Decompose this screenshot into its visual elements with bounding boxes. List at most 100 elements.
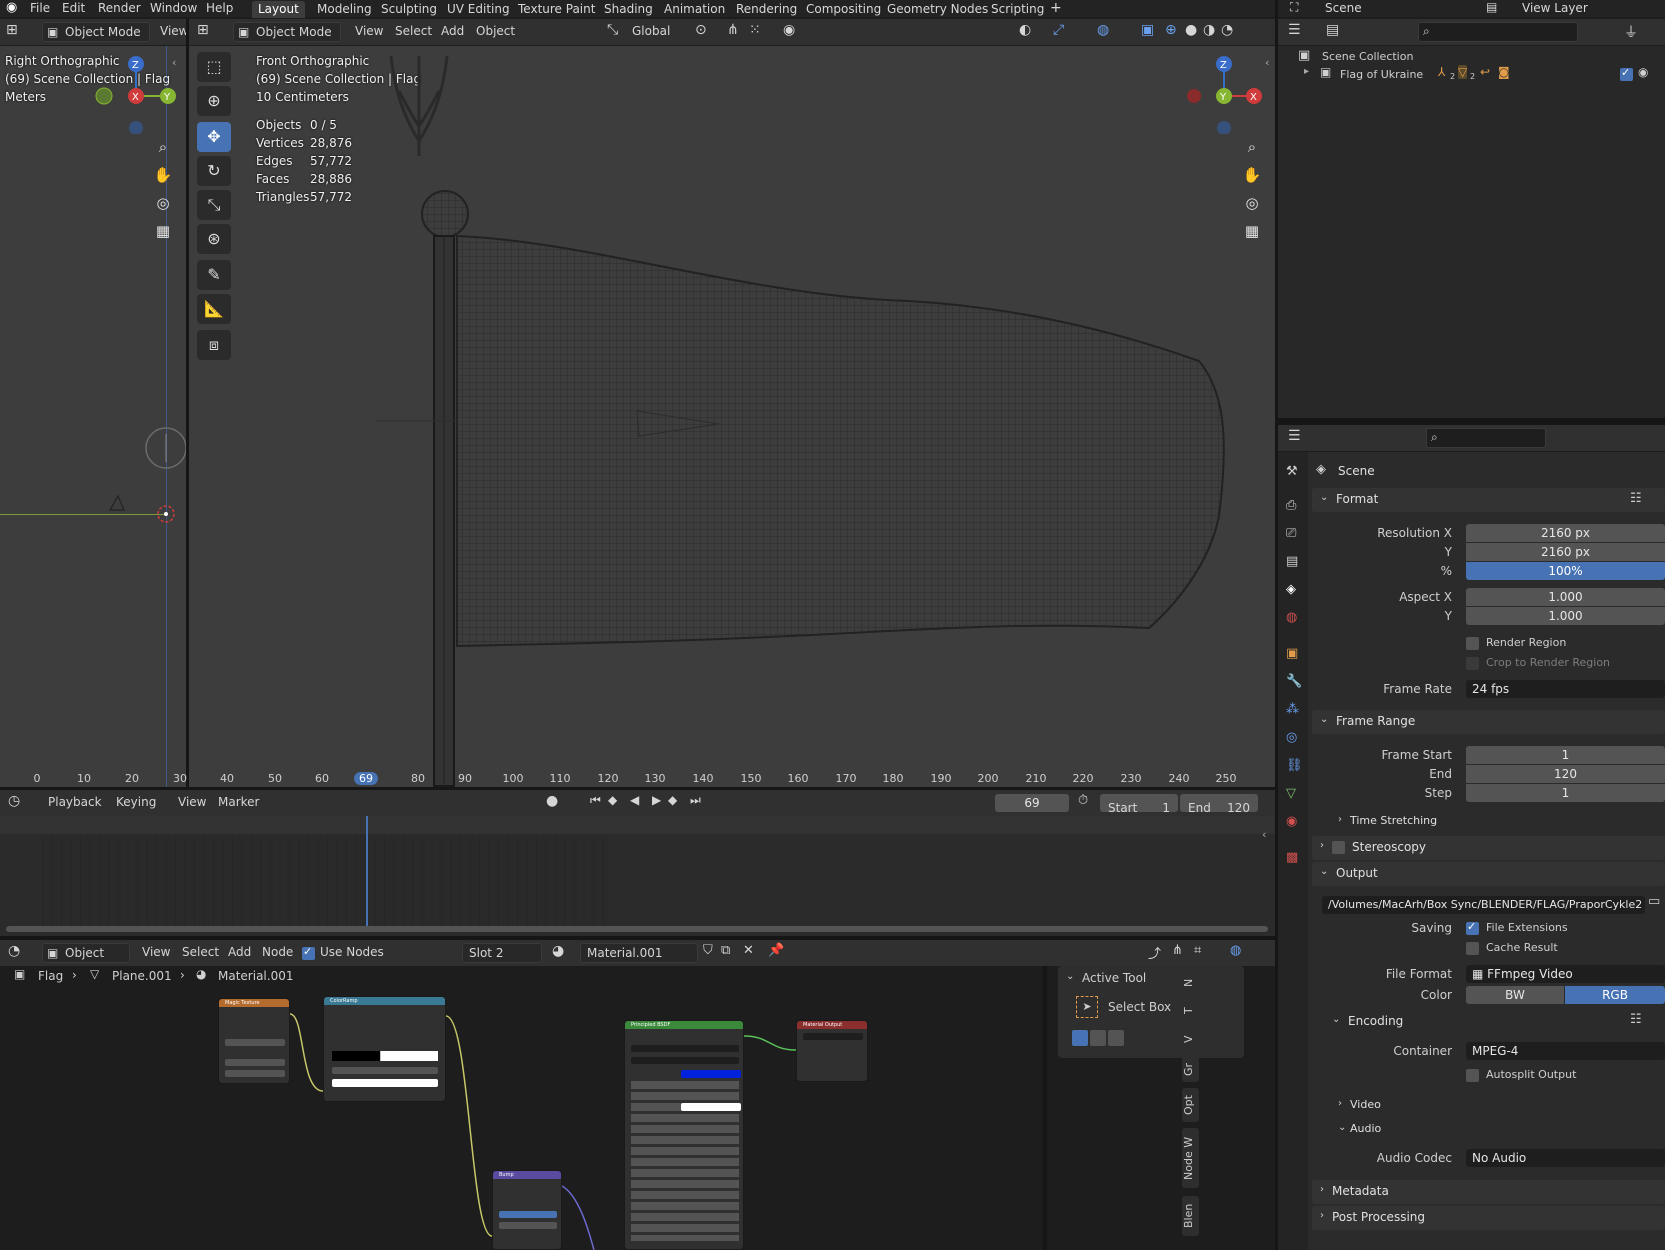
keying-menu[interactable]: Keying <box>116 795 156 809</box>
file-extensions-label[interactable]: File Extensions <box>1486 921 1568 934</box>
duplicate-material-icon[interactable]: ⧉ <box>721 943 730 958</box>
select-mode-extend-icon[interactable] <box>1090 1030 1106 1046</box>
frame-start-field[interactable]: 1 <box>1466 746 1665 764</box>
jump-start-icon[interactable]: ⏮ <box>590 793 601 808</box>
grid-icon[interactable]: ▦ <box>150 218 176 244</box>
aspect-x-field[interactable]: 1.000 <box>1466 588 1665 606</box>
scene-name[interactable]: Scene <box>1325 1 1362 15</box>
play-icon[interactable]: ▶ <box>652 793 661 807</box>
fake-user-icon[interactable]: ⛉ <box>703 943 713 958</box>
camera-icon[interactable]: ◎ <box>150 190 176 216</box>
clock-icon[interactable]: ◷ <box>8 793 20 809</box>
presets-icon[interactable]: ☷ <box>1630 1012 1642 1027</box>
resolution-x-field[interactable]: 2160 px <box>1466 524 1665 542</box>
modifier-tab-icon[interactable]: 🔧 <box>1286 674 1302 689</box>
snap-icon[interactable]: ⋔ <box>727 22 739 38</box>
add-workspace-button[interactable]: + <box>1050 0 1062 16</box>
tab-scripting[interactable]: Scripting <box>985 1 1050 18</box>
select-box-tool[interactable]: ⬚ <box>197 52 231 82</box>
scene-tab-icon[interactable]: ◈ <box>1286 582 1296 597</box>
menu-window[interactable]: Window <box>150 1 197 15</box>
current-frame-marker[interactable]: 69 <box>354 772 378 785</box>
sidebar-tab-n[interactable]: N <box>1182 972 1199 994</box>
crop-region-label[interactable]: Crop to Render Region <box>1486 656 1610 669</box>
collapse-chevron-icon[interactable]: ⌄ <box>1338 1122 1346 1133</box>
sidebar-tab-group[interactable]: Gr <box>1182 1056 1199 1082</box>
use-nodes-checkbox[interactable] <box>302 945 315 960</box>
gizmo-toggle-icon[interactable]: ⤢ <box>1053 22 1064 38</box>
editor-type-icon[interactable]: ☰ <box>1288 428 1301 444</box>
data-tab-icon[interactable]: ▽ <box>1286 786 1296 801</box>
scene-icon[interactable]: ⛶ <box>1290 0 1298 15</box>
visibility-icon[interactable]: ◐ <box>1019 22 1031 38</box>
unlink-material-icon[interactable]: ✕ <box>743 943 754 958</box>
timeline-scrollbar[interactable] <box>6 926 1268 932</box>
grid-icon[interactable]: ▦ <box>1239 218 1265 244</box>
menu-render[interactable]: Render <box>98 1 141 15</box>
view-layer-icon[interactable]: ▤ <box>1486 0 1497 14</box>
pan-hand-icon[interactable]: ✋ <box>1239 162 1265 188</box>
output-path-field[interactable]: /Volumes/MacArh/Box Sync/BLENDER/FLAG/Pr… <box>1322 896 1645 914</box>
view-menu[interactable]: View <box>178 795 206 809</box>
left-viewport[interactable]: Right Orthographic (69) Scene Collection… <box>0 46 186 787</box>
main-nav-gizmo[interactable]: Z X Y <box>1179 54 1269 134</box>
shading-solid-icon[interactable]: ● <box>1185 22 1197 38</box>
tab-uv-editing[interactable]: UV Editing <box>441 1 516 18</box>
collapse-chevron-icon[interactable]: ⌄ <box>1332 1014 1340 1025</box>
output-tab-icon[interactable]: ⎚ <box>1286 526 1296 541</box>
slot-dropdown[interactable]: Slot 2 <box>462 943 542 963</box>
playback-menu[interactable]: Playback <box>48 795 102 809</box>
frame-step-field[interactable]: 1 <box>1466 784 1665 802</box>
left-view-menu[interactable]: View <box>160 24 188 38</box>
main-mode-dropdown[interactable]: ▣ Object Mode <box>233 22 341 42</box>
xray-toggle-icon[interactable]: ▣ <box>1141 22 1154 38</box>
cache-result-label[interactable]: Cache Result <box>1486 941 1558 954</box>
pivot-icon[interactable]: ⊙ <box>695 22 707 38</box>
autosplit-label[interactable]: Autosplit Output <box>1486 1068 1576 1081</box>
pan-hand-icon[interactable]: ✋ <box>150 162 176 188</box>
stereoscopy-panel-header[interactable]: › Stereoscopy <box>1312 836 1665 860</box>
format-panel-header[interactable]: ⌄ Format ☷ <box>1312 488 1665 512</box>
object-tab-icon[interactable]: ▣ <box>1286 646 1298 661</box>
collapse-chevron-icon[interactable]: ⌄ <box>1066 971 1074 982</box>
outliner-search[interactable]: ⌕ <box>1418 22 1578 42</box>
snap-icon[interactable]: ⋔ <box>1172 943 1183 958</box>
tab-texture-paint[interactable]: Texture Paint <box>512 1 601 18</box>
expand-arrow-icon[interactable]: › <box>1338 1098 1342 1109</box>
editor-type-icon[interactable]: ⊞ <box>6 22 18 38</box>
render-region-checkbox[interactable] <box>1466 637 1479 650</box>
transform-tool[interactable]: ⊛ <box>197 224 231 254</box>
stopwatch-icon[interactable]: ⏱ <box>1078 793 1088 808</box>
output-panel-header[interactable]: ⌄ Output <box>1312 862 1665 886</box>
node-add-menu[interactable]: Add <box>228 945 251 959</box>
texture-tab-icon[interactable]: ▩ <box>1286 850 1298 865</box>
transform-orientation-dropdown[interactable]: Global <box>632 24 670 38</box>
expand-arrow-icon[interactable]: › <box>1338 814 1342 825</box>
prev-keyframe-icon[interactable]: ◆ <box>608 793 617 807</box>
subsurface-color-swatch[interactable] <box>681 1103 741 1111</box>
stereoscopy-checkbox[interactable] <box>1332 841 1345 854</box>
zoom-icon[interactable]: ⌕ <box>1239 134 1265 160</box>
particles-tab-icon[interactable]: ⁂ <box>1286 702 1299 717</box>
tab-compositing[interactable]: Compositing <box>800 1 887 18</box>
node-dropdown[interactable] <box>631 1057 739 1064</box>
add-cube-tool[interactable]: ⧈ <box>197 330 231 360</box>
outliner-item-flag[interactable]: Flag of Ukraine <box>1340 68 1423 81</box>
editor-type-icon[interactable]: ◔ <box>8 943 20 959</box>
tab-modeling[interactable]: Modeling <box>311 1 378 18</box>
move-tool[interactable]: ✥ <box>197 122 231 152</box>
constraints-tab-icon[interactable]: ⛓ <box>1286 758 1303 773</box>
properties-search[interactable]: ⌕ <box>1426 428 1546 448</box>
pin-icon[interactable]: 📌 <box>768 943 784 958</box>
view-layer-tab-icon[interactable]: ▤ <box>1286 554 1298 569</box>
menu-select[interactable]: Select <box>395 24 432 38</box>
colorramp-node[interactable]: ColorRamp <box>323 996 446 1102</box>
node-view-menu[interactable]: View <box>142 945 170 959</box>
node-color-swatch[interactable] <box>332 1079 438 1087</box>
menu-edit[interactable]: Edit <box>62 1 85 15</box>
menu-file[interactable]: File <box>30 1 50 15</box>
collapse-arrow-icon[interactable]: ‹ <box>1262 828 1266 841</box>
view-layer-name[interactable]: View Layer <box>1522 1 1588 15</box>
tab-geometry-nodes[interactable]: Geometry Nodes <box>881 1 994 18</box>
sidebar-tab-tool[interactable]: T <box>1182 1000 1199 1022</box>
